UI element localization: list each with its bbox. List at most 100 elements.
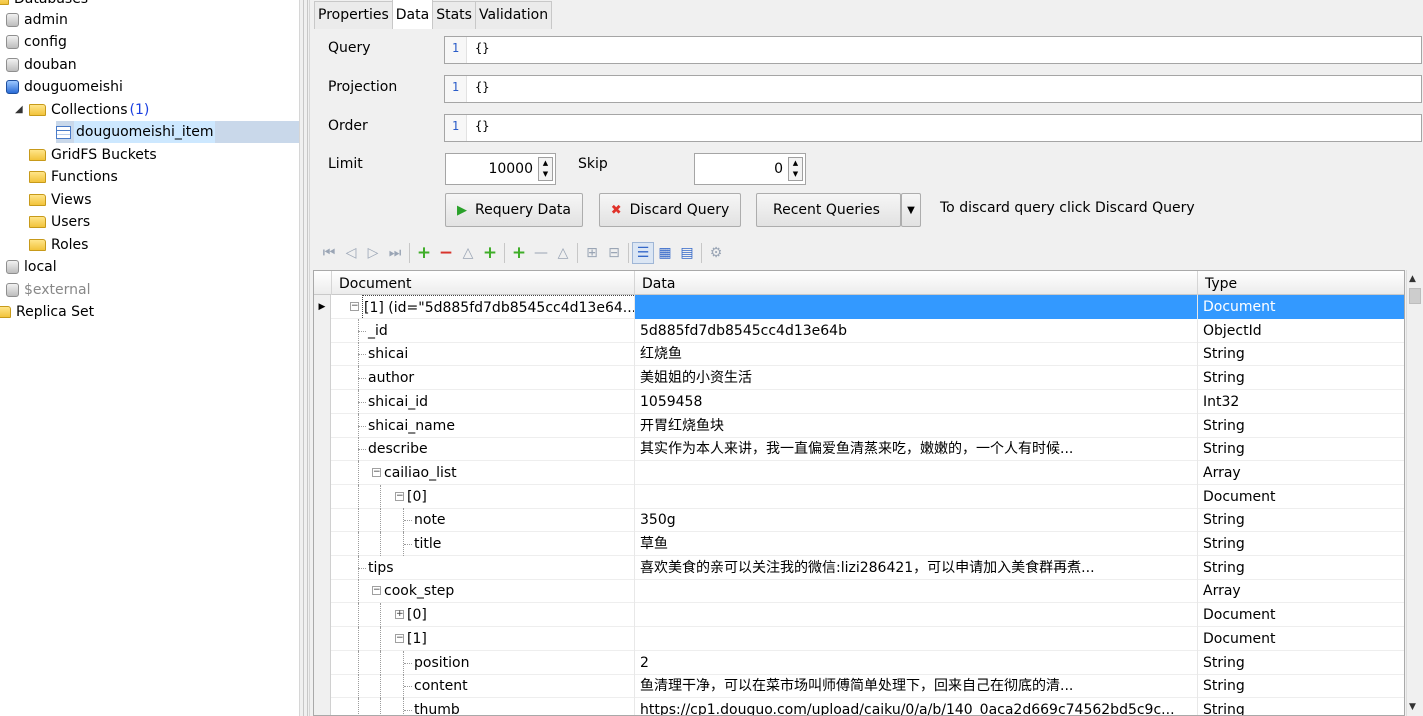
data-cell[interactable]: 草鱼 bbox=[634, 532, 1197, 556]
type-cell[interactable]: String bbox=[1197, 366, 1404, 391]
table-row[interactable]: position 2 String bbox=[314, 650, 1404, 675]
add-document-icon[interactable]: + bbox=[413, 243, 435, 263]
type-cell[interactable]: String bbox=[1197, 697, 1404, 715]
tree-item-collections[interactable]: ◢ Collections (1) bbox=[15, 99, 149, 121]
tree-item-local[interactable]: local bbox=[6, 256, 59, 278]
row-indicator[interactable] bbox=[314, 674, 331, 699]
table-row[interactable]: − cook_step Array bbox=[314, 579, 1404, 604]
type-cell[interactable]: Document bbox=[1197, 603, 1404, 628]
row-indicator[interactable] bbox=[314, 460, 331, 485]
type-cell[interactable]: Document bbox=[1197, 484, 1404, 509]
recent-queries-button[interactable]: Recent Queries bbox=[756, 193, 901, 227]
skip-stepper[interactable]: 0 ▲ ▼ bbox=[694, 153, 806, 185]
data-cell[interactable]: https://cp1.douguo.com/upload/caiku/0/a/… bbox=[634, 697, 1197, 715]
table-row[interactable]: − [0] Document bbox=[314, 484, 1404, 509]
row-indicator[interactable] bbox=[314, 650, 331, 675]
type-cell[interactable]: String bbox=[1197, 437, 1404, 462]
type-cell[interactable]: Document bbox=[1197, 626, 1404, 651]
tree-item-gridfs-buckets[interactable]: GridFS Buckets bbox=[15, 144, 159, 166]
tree-item-roles[interactable]: Roles bbox=[15, 234, 90, 256]
document-cell[interactable]: title bbox=[332, 532, 634, 556]
tree-view-icon[interactable]: ☰ bbox=[632, 242, 654, 264]
row-indicator[interactable] bbox=[314, 342, 331, 367]
row-indicator[interactable] bbox=[314, 579, 331, 604]
table-row[interactable]: thumb https://cp1.douguo.com/upload/caiku… bbox=[314, 697, 1404, 715]
field-up-icon[interactable]: △ bbox=[552, 245, 574, 261]
tree-item-functions[interactable]: Functions bbox=[15, 166, 120, 188]
collapse-icon[interactable]: − bbox=[372, 467, 381, 477]
scroll-down-icon[interactable]: ▼ bbox=[1409, 702, 1416, 712]
document-cell[interactable]: position bbox=[332, 650, 634, 675]
projection-editor[interactable]: 1 {} bbox=[444, 75, 1422, 103]
document-cell[interactable]: − [1] bbox=[332, 626, 634, 651]
row-indicator[interactable] bbox=[314, 532, 331, 556]
table-row[interactable]: content 鱼清理干净，可以在菜市场叫师傅简单处理下，回来自己在彻底的清...… bbox=[314, 674, 1404, 699]
document-cell[interactable]: tips bbox=[332, 555, 634, 580]
document-cell[interactable]: thumb bbox=[332, 697, 634, 715]
type-cell[interactable]: String bbox=[1197, 555, 1404, 580]
collapse-icon[interactable]: − bbox=[372, 586, 381, 596]
data-cell[interactable] bbox=[634, 460, 1197, 485]
row-indicator[interactable] bbox=[314, 697, 331, 715]
row-indicator[interactable] bbox=[314, 389, 331, 414]
table-row[interactable]: title 草鱼 String bbox=[314, 532, 1404, 556]
add-child-icon[interactable]: + bbox=[479, 243, 501, 263]
row-indicator[interactable] bbox=[314, 437, 331, 462]
expand-all-icon[interactable]: ⊞ bbox=[581, 245, 603, 261]
query-editor[interactable]: 1 {} bbox=[444, 36, 1422, 64]
order-editor[interactable]: 1 {} bbox=[444, 114, 1422, 142]
row-indicator[interactable] bbox=[314, 366, 331, 391]
type-cell[interactable]: Int32 bbox=[1197, 389, 1404, 414]
type-cell[interactable]: String bbox=[1197, 508, 1404, 533]
type-cell[interactable]: Document bbox=[1197, 295, 1404, 319]
table-row[interactable]: author 美姐姐的小资生活 String bbox=[314, 366, 1404, 391]
tree-item--external[interactable]: $external bbox=[6, 279, 93, 301]
type-cell[interactable]: ObjectId bbox=[1197, 318, 1404, 343]
table-row[interactable]: shicai 红烧鱼 String bbox=[314, 342, 1404, 367]
data-cell[interactable]: 喜欢美食的亲可以关注我的微信:lizi286421，可以申请加入美食群再煮... bbox=[634, 555, 1197, 580]
tree-item-douguomeishi[interactable]: douguomeishi bbox=[6, 76, 125, 98]
limit-stepper[interactable]: 10000 ▲ ▼ bbox=[445, 153, 556, 185]
document-grid[interactable]: Document Data Type ▶ − [1] (id="5d885fd7db… bbox=[313, 270, 1405, 716]
insert-field-icon[interactable]: + bbox=[508, 243, 530, 263]
limit-spin-arrows[interactable]: ▲ ▼ bbox=[538, 157, 553, 181]
document-cell[interactable]: − [1] (id="5d885fd7db8545cc4d13e64... bbox=[332, 295, 634, 319]
grid-vertical-scrollbar[interactable]: ▲ ▼ bbox=[1406, 270, 1423, 716]
settings-gear-icon[interactable]: ⚙ bbox=[705, 245, 727, 261]
table-row[interactable]: + [0] Document bbox=[314, 603, 1404, 628]
row-indicator[interactable] bbox=[314, 508, 331, 533]
tree-item-config[interactable]: config bbox=[6, 31, 69, 53]
collapse-icon[interactable]: − bbox=[350, 302, 359, 311]
document-cell[interactable]: author bbox=[332, 366, 634, 391]
table-row[interactable]: note 350g String bbox=[314, 508, 1404, 533]
tree-item-admin[interactable]: admin bbox=[6, 9, 70, 31]
collapse-all-icon[interactable]: ⊟ bbox=[603, 245, 625, 261]
table-row[interactable]: − cailiao_list Array bbox=[314, 460, 1404, 485]
type-cell[interactable]: String bbox=[1197, 674, 1404, 699]
scroll-thumb[interactable] bbox=[1409, 288, 1421, 304]
document-cell[interactable]: − cook_step bbox=[332, 579, 634, 604]
skip-spin-arrows[interactable]: ▲ ▼ bbox=[788, 157, 803, 181]
document-cell[interactable]: shicai_name bbox=[332, 413, 634, 438]
next-record-icon[interactable]: ▷ bbox=[362, 245, 384, 261]
row-indicator[interactable] bbox=[314, 555, 331, 580]
collapse-icon[interactable]: − bbox=[395, 491, 404, 501]
table-row[interactable]: tips 喜欢美食的亲可以关注我的微信:lizi286421，可以申请加入美食群再… bbox=[314, 555, 1404, 580]
table-row[interactable]: ▶ − [1] (id="5d885fd7db8545cc4d13e64... Doc… bbox=[314, 295, 1404, 319]
type-cell[interactable]: String bbox=[1197, 532, 1404, 556]
data-cell[interactable]: 350g bbox=[634, 508, 1197, 533]
table-row[interactable]: shicai_name 开胃红烧鱼块 String bbox=[314, 413, 1404, 438]
delete-document-icon[interactable]: − bbox=[435, 243, 457, 263]
document-cell[interactable]: content bbox=[332, 674, 634, 699]
document-cell[interactable]: describe bbox=[332, 437, 634, 462]
data-cell[interactable] bbox=[634, 626, 1197, 651]
row-indicator[interactable] bbox=[314, 626, 331, 651]
move-up-icon[interactable]: △ bbox=[457, 245, 479, 261]
data-cell[interactable]: 2 bbox=[634, 650, 1197, 675]
discard-query-button[interactable]: ✖ Discard Query bbox=[599, 193, 741, 227]
expand-icon[interactable]: + bbox=[395, 610, 404, 620]
database-tree[interactable]: Databases adminconfigdoubandouguomeishi◢… bbox=[0, 0, 299, 716]
tree-item-replica-set[interactable]: Replica Set bbox=[0, 301, 96, 323]
document-cell[interactable]: + [0] bbox=[332, 603, 634, 628]
data-cell[interactable]: 1059458 bbox=[634, 389, 1197, 414]
